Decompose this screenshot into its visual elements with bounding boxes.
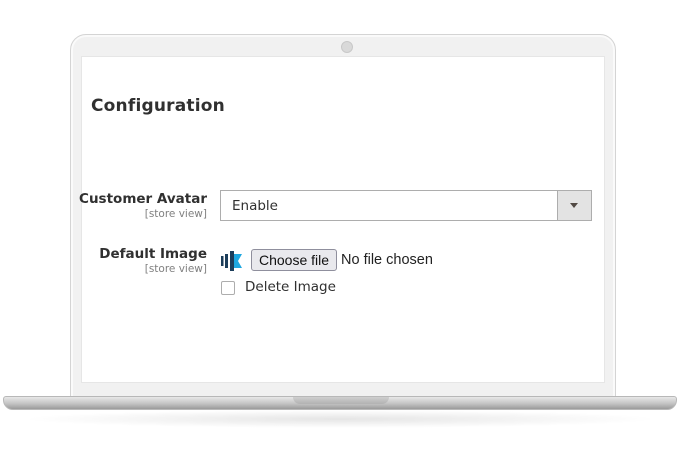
- laptop-base-notch: [293, 397, 389, 404]
- customer-avatar-scope: [store view]: [144, 208, 207, 220]
- delete-image-checkbox[interactable]: [221, 281, 235, 295]
- default-image-thumbnail-icon: [221, 251, 242, 271]
- camera-icon: [341, 41, 353, 53]
- laptop-base: [3, 396, 677, 410]
- default-image-label: Default Image: [99, 246, 207, 262]
- file-status-text: No file chosen: [341, 252, 433, 268]
- page-title: Configuration: [91, 96, 225, 116]
- chevron-down-icon[interactable]: [557, 191, 591, 220]
- delete-image-label[interactable]: Delete Image: [245, 279, 336, 295]
- customer-avatar-label: Customer Avatar: [79, 191, 207, 207]
- admin-config-panel: Configuration Customer Avatar [store vie…: [79, 56, 605, 383]
- choose-file-button[interactable]: Choose file: [251, 249, 338, 271]
- laptop-shadow: [20, 410, 660, 428]
- laptop-frame: Configuration Customer Avatar [store vie…: [70, 34, 616, 404]
- customer-avatar-select[interactable]: Enable: [220, 190, 592, 221]
- default-image-scope: [store view]: [144, 263, 207, 275]
- customer-avatar-selected-value: Enable: [232, 198, 278, 214]
